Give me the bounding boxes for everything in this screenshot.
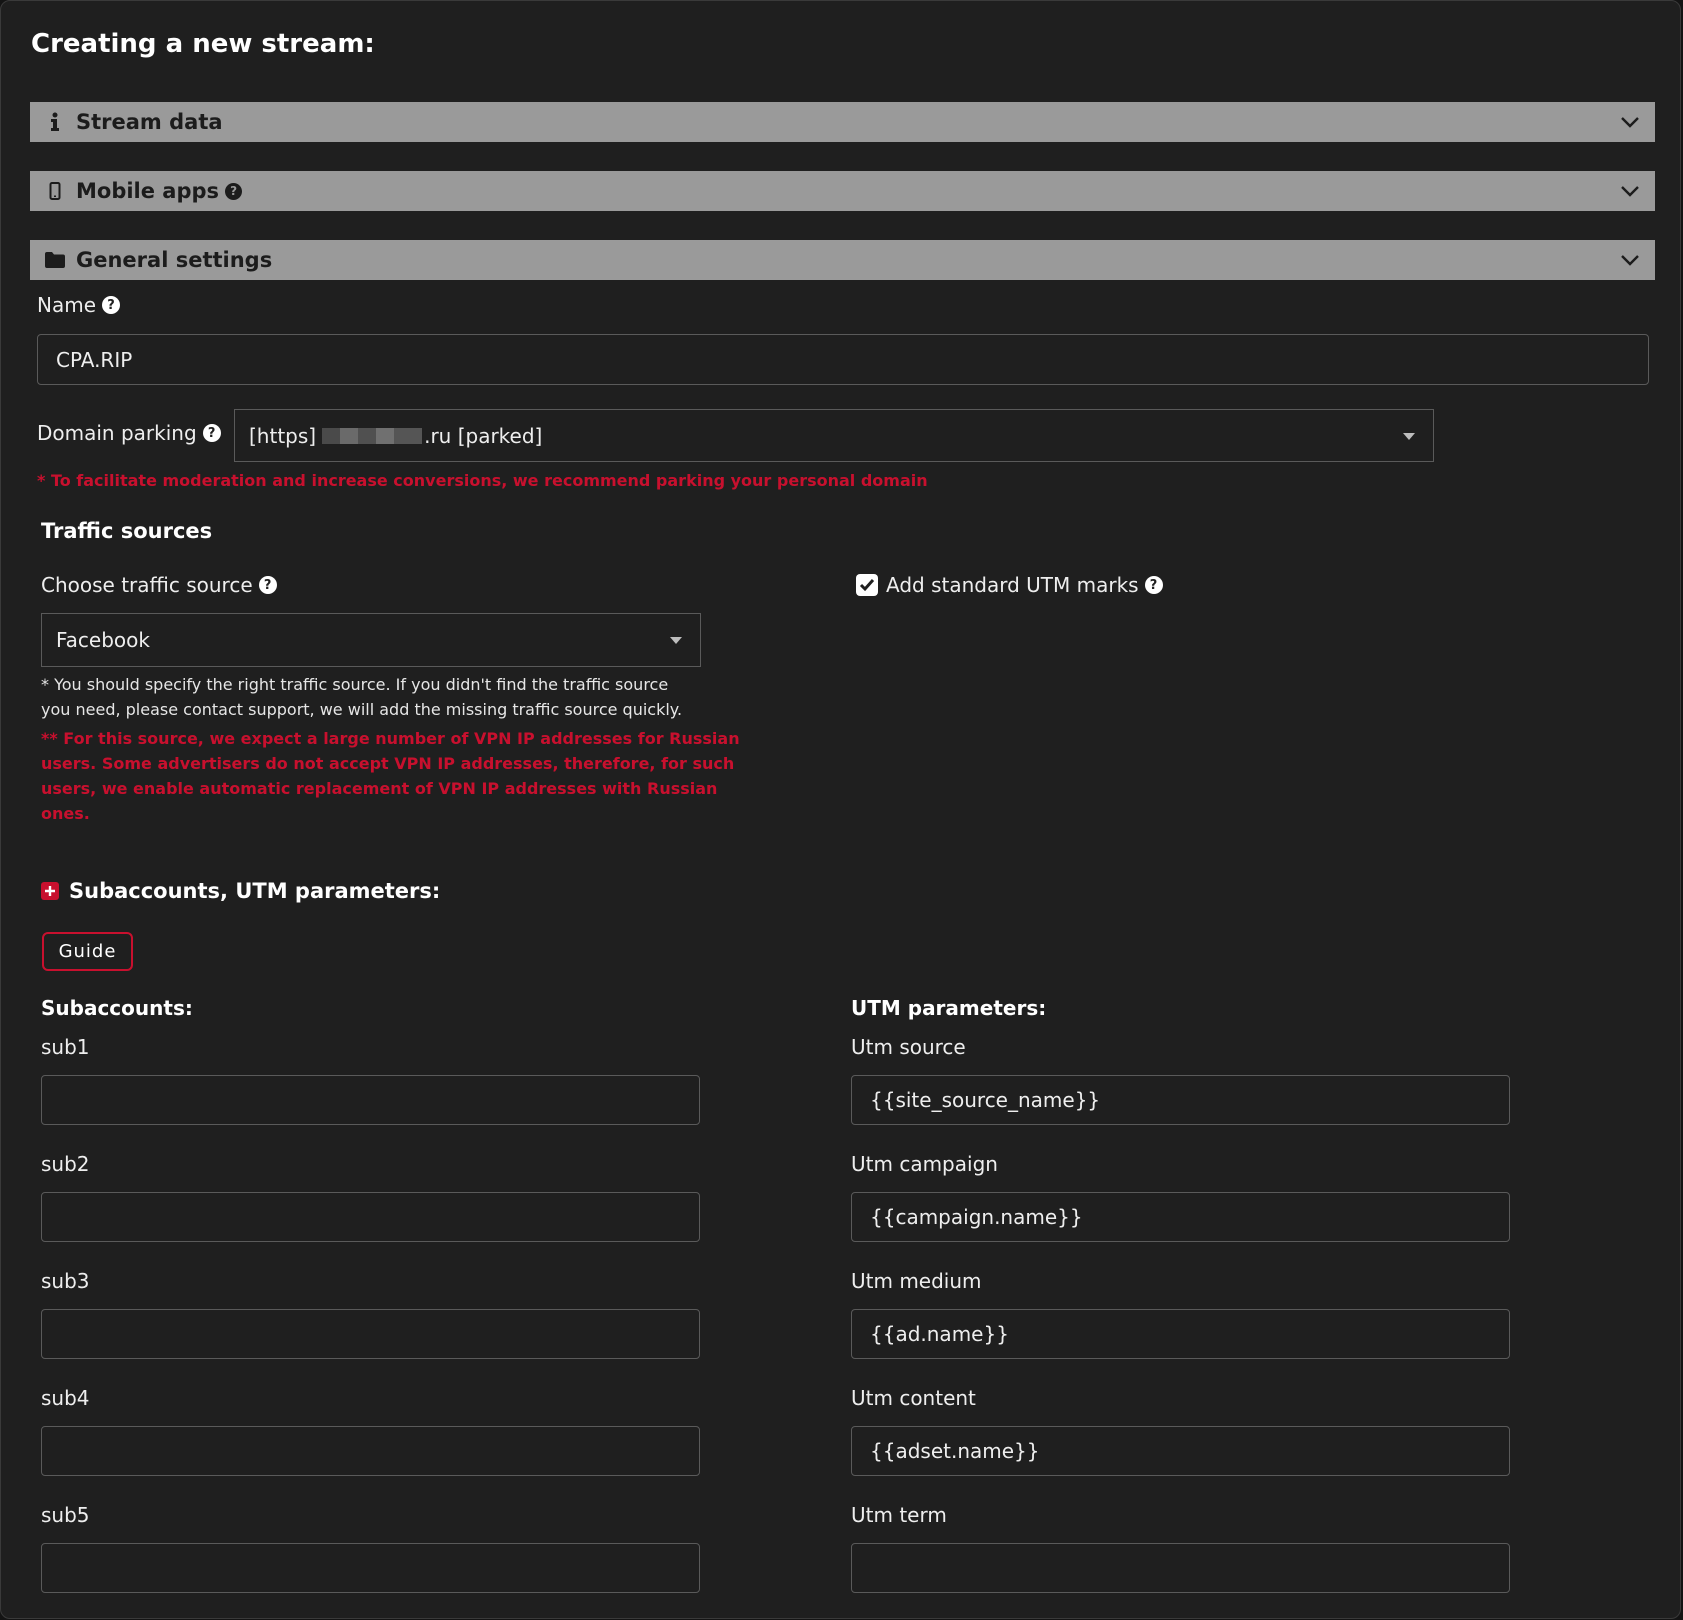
sub5-input[interactable] [41,1543,700,1593]
domain-parking-label: Domain parking ? [37,421,221,445]
accordion-mobile-apps[interactable]: Mobile apps ? [30,171,1655,211]
name-label: Name ? [37,293,121,317]
vpn-warning-line: users, we enable automatic replacement o… [41,779,718,798]
utm-source-label: Utm source [851,1035,966,1059]
info-icon [44,111,66,133]
utm-parameters-title: UTM parameters: [851,996,1047,1020]
utm-source-input[interactable]: {{site_source_name}} [851,1075,1510,1125]
mobile-icon [44,180,66,202]
sub4-label: sub4 [41,1386,90,1410]
help-icon[interactable]: ? [258,576,277,594]
traffic-source-selected: Facebook [56,628,150,652]
traffic-source-note-line: * You should specify the right traffic s… [41,675,669,694]
caret-down-icon [1403,432,1415,440]
sub2-input[interactable] [41,1192,700,1242]
vpn-warning-line: ones. [41,804,90,823]
page-title: Creating a new stream: [31,29,375,59]
utm-medium-label: Utm medium [851,1269,982,1293]
chevron-down-icon [1621,255,1639,266]
sub4-input[interactable] [41,1426,700,1476]
sub5-label: sub5 [41,1503,90,1527]
guide-button[interactable]: Guide [42,932,133,971]
name-input[interactable]: CPA.RIP [37,334,1649,385]
help-icon[interactable]: ? [102,296,121,314]
name-label-text: Name [37,293,97,317]
utm-content-value: {{adset.name}} [870,1439,1040,1463]
chevron-down-icon [1621,117,1639,128]
subaccounts-utm-title-text: Subaccounts, UTM parameters: [69,879,441,903]
vpn-warning-line: ** For this source, we expect a large nu… [41,729,740,748]
sub1-input[interactable] [41,1075,700,1125]
subaccounts-utm-title: Subaccounts, UTM parameters: [41,879,440,903]
utm-term-input[interactable] [851,1543,1510,1593]
plus-square-icon[interactable] [41,882,59,900]
sub1-label: sub1 [41,1035,90,1059]
vpn-warning-note: ** For this source, we expect a large nu… [41,726,740,826]
utm-campaign-label: Utm campaign [851,1152,998,1176]
traffic-source-note: * You should specify the right traffic s… [41,672,682,722]
domain-parking-select[interactable]: [https] .ru [parked] [234,409,1434,462]
accordion-general-settings[interactable]: General settings [30,240,1655,280]
utm-term-label: Utm term [851,1503,947,1527]
choose-traffic-source-label: Choose traffic source ? [41,573,277,597]
utm-marks-label: Add standard UTM marks [886,573,1139,597]
redacted-domain [322,427,423,444]
subaccounts-title: Subaccounts: [41,996,193,1020]
chevron-down-icon [1621,186,1639,197]
caret-down-icon [670,637,682,644]
traffic-source-select[interactable]: Facebook [41,613,701,667]
domain-prefix: [https] [249,423,317,448]
utm-content-label: Utm content [851,1386,976,1410]
domain-suffix: .ru [parked] [424,423,543,448]
traffic-sources-title: Traffic sources [41,519,213,543]
utm-medium-value: {{ad.name}} [870,1322,1009,1346]
utm-campaign-input[interactable]: {{campaign.name}} [851,1192,1510,1242]
accordion-stream-data[interactable]: Stream data [30,102,1655,142]
choose-traffic-source-label-text: Choose traffic source [41,573,253,597]
utm-source-value: {{site_source_name}} [870,1088,1101,1112]
sub2-label: sub2 [41,1152,90,1176]
accordion-stream-data-label: Stream data [76,110,223,134]
help-icon[interactable]: ? [225,182,243,200]
domain-parking-note: * To facilitate moderation and increase … [37,471,928,490]
traffic-source-note-line: you need, please contact support, we wil… [41,700,683,719]
help-icon[interactable]: ? [1144,576,1163,594]
create-stream-panel: Creating a new stream: Stream data Mobil… [0,0,1681,1619]
check-icon [859,579,875,592]
help-icon[interactable]: ? [202,424,221,442]
utm-marks-option[interactable]: Add standard UTM marks ? [856,573,1163,597]
utm-marks-checkbox[interactable] [856,574,878,596]
domain-parking-label-text: Domain parking [37,421,197,445]
sub3-input[interactable] [41,1309,700,1359]
name-input-value: CPA.RIP [56,347,133,372]
utm-campaign-value: {{campaign.name}} [870,1205,1083,1229]
accordion-general-settings-label: General settings [76,248,273,272]
folder-icon [44,249,66,271]
utm-content-input[interactable]: {{adset.name}} [851,1426,1510,1476]
sub3-label: sub3 [41,1269,90,1293]
vpn-warning-line: users. Some advertisers do not accept VP… [41,754,735,773]
utm-medium-input[interactable]: {{ad.name}} [851,1309,1510,1359]
accordion-mobile-apps-label: Mobile apps [76,179,220,203]
